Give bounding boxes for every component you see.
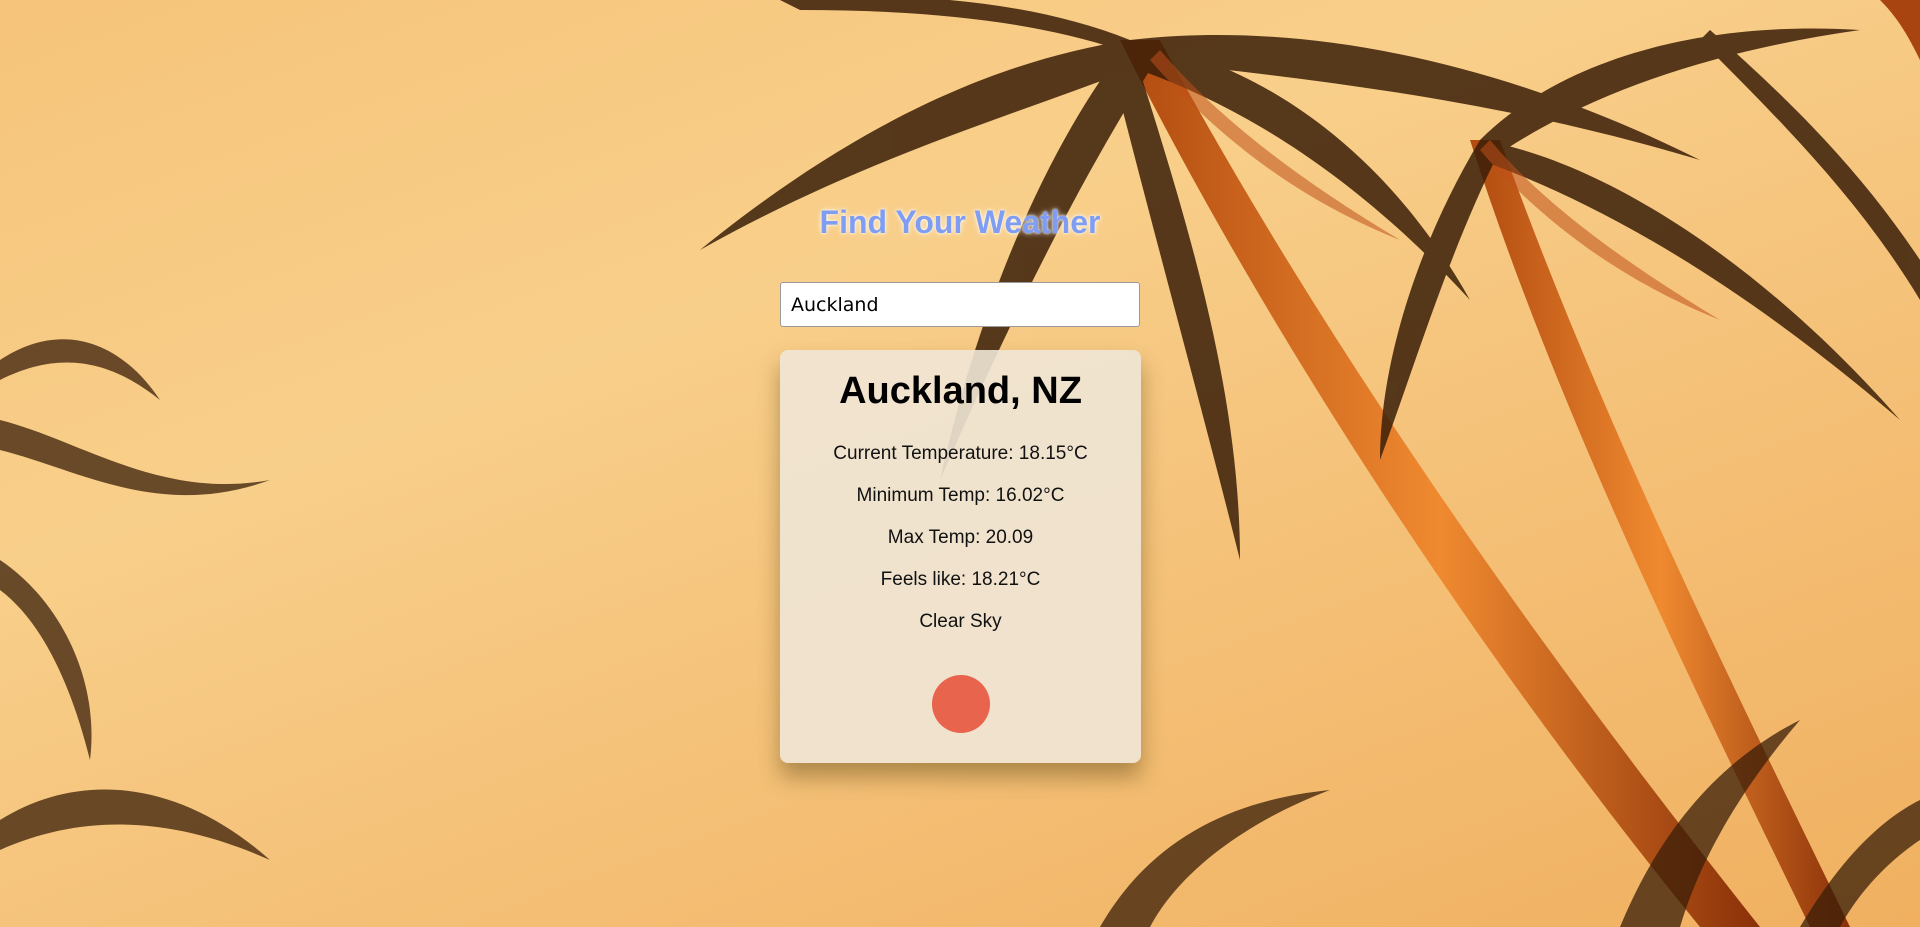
maximum-temperature: Max Temp: 20.09 <box>887 527 1034 548</box>
weather-description: Clear Sky <box>919 611 1002 632</box>
sun-icon <box>932 675 990 733</box>
page: Find Your Weather Auckland, NZ Current T… <box>0 0 1920 927</box>
weather-card: Auckland, NZ Current Temperature: 18.15°… <box>780 350 1141 763</box>
page-title: Find Your Weather <box>819 204 1101 240</box>
city-search-input[interactable] <box>780 282 1140 327</box>
feels-like-temperature: Feels like: 18.21°C <box>880 569 1041 590</box>
minimum-temperature: Minimum Temp: 16.02°C <box>856 485 1065 506</box>
location-heading: Auckland, NZ <box>839 370 1082 412</box>
current-temperature: Current Temperature: 18.15°C <box>833 443 1088 464</box>
